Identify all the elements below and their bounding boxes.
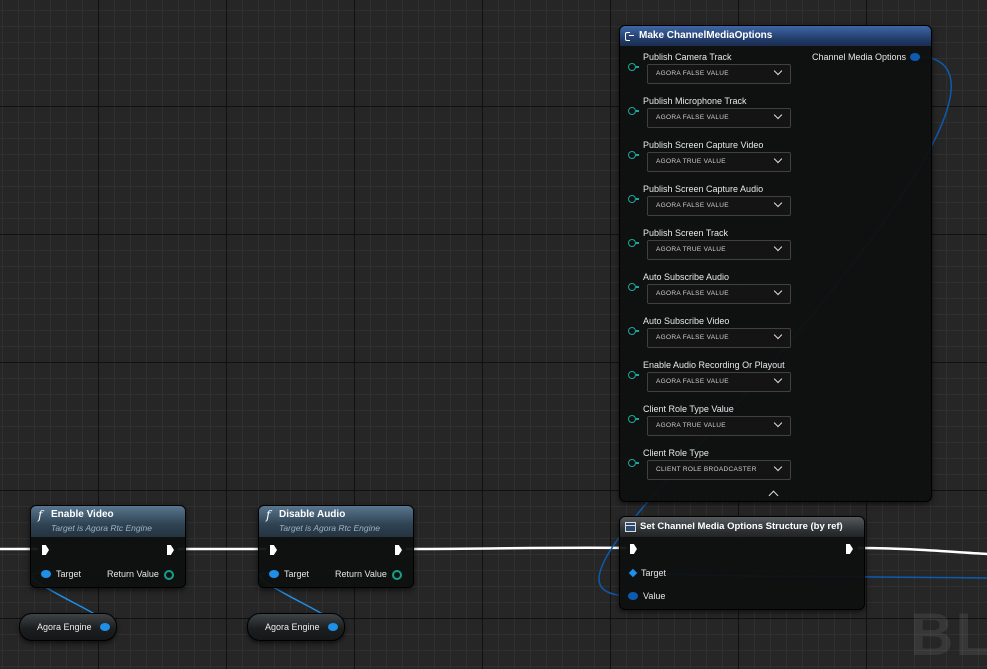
value-pin[interactable] <box>628 592 638 600</box>
chevron-down-icon <box>773 418 783 428</box>
agora-engine-out-pin[interactable] <box>328 623 338 631</box>
target-label: Target <box>284 569 310 579</box>
dropdown-value: AGORA TRUE VALUE <box>656 422 726 429</box>
field-dropdown[interactable]: AGORA FALSE VALUE <box>647 108 791 128</box>
disable-audio-title: Disable Audio <box>279 509 346 520</box>
enable-video-header[interactable]: f Enable Video Target is Agora Rtc Engin… <box>31 506 185 537</box>
chevron-down-icon <box>773 110 783 120</box>
function-icon: f <box>266 508 271 522</box>
field-pin[interactable] <box>628 283 639 291</box>
field-pin[interactable] <box>628 151 639 159</box>
field-label: Enable Audio Recording Or Playout <box>643 360 785 370</box>
field-pin[interactable] <box>628 371 639 379</box>
return-value-label: Return Value <box>335 569 387 579</box>
return-value-pin[interactable] <box>392 570 402 580</box>
make-node-title: Make ChannelMediaOptions <box>639 30 773 41</box>
exec-out-pin[interactable] <box>846 544 853 554</box>
field-label: Publish Screen Track <box>643 228 729 238</box>
disable-audio-header[interactable]: f Disable Audio Target is Agora Rtc Engi… <box>259 506 413 537</box>
dropdown-value: AGORA TRUE VALUE <box>656 246 726 253</box>
field-label: Publish Microphone Track <box>643 96 747 106</box>
struct-make-icon <box>625 31 634 41</box>
field-pin[interactable] <box>628 327 639 335</box>
field-label: Client Role Type Value <box>643 404 734 414</box>
disable-audio-subtitle: Target is Agora Rtc Engine <box>279 523 380 533</box>
value-label: Value <box>643 591 666 601</box>
field-dropdown[interactable]: AGORA FALSE VALUE <box>647 328 791 348</box>
enable-video-subtitle: Target is Agora Rtc Engine <box>51 523 152 533</box>
field-dropdown[interactable]: AGORA FALSE VALUE <box>647 64 791 84</box>
dropdown-value: AGORA FALSE VALUE <box>656 378 729 385</box>
agora-engine-variable[interactable]: Agora Engine <box>19 613 117 641</box>
channel-media-options-label: Channel Media Options <box>812 52 907 62</box>
field-label: Publish Screen Capture Video <box>643 140 764 150</box>
field-pin[interactable] <box>628 239 639 247</box>
dropdown-value: AGORA FALSE VALUE <box>656 334 729 341</box>
field-dropdown[interactable]: AGORA FALSE VALUE <box>647 284 791 304</box>
field-label: Client Role Type <box>643 448 709 458</box>
agora-engine-out-pin[interactable] <box>100 623 110 631</box>
exec-out-pin[interactable] <box>167 545 174 555</box>
dropdown-value: AGORA TRUE VALUE <box>656 158 726 165</box>
function-icon: f <box>38 508 43 522</box>
dropdown-value: AGORA FALSE VALUE <box>656 202 729 209</box>
disable-audio-node[interactable]: f Disable Audio Target is Agora Rtc Engi… <box>258 505 414 588</box>
chevron-down-icon <box>773 154 783 164</box>
field-dropdown[interactable]: CLIENT ROLE BROADCASTER <box>647 460 791 480</box>
chevron-down-icon <box>773 374 783 384</box>
field-dropdown[interactable]: AGORA TRUE VALUE <box>647 416 791 436</box>
return-value-pin[interactable] <box>164 570 174 580</box>
chevron-down-icon <box>773 242 783 252</box>
field-pin[interactable] <box>628 415 639 423</box>
make-channel-media-options-node[interactable]: Make ChannelMediaOptions Channel Media O… <box>619 25 932 502</box>
field-dropdown[interactable]: AGORA FALSE VALUE <box>647 196 791 216</box>
target-label: Target <box>641 568 667 578</box>
target-pin[interactable] <box>41 570 51 578</box>
target-label: Target <box>56 569 82 579</box>
dropdown-value: CLIENT ROLE BROADCASTER <box>656 466 757 473</box>
exec-out-pin[interactable] <box>395 545 402 555</box>
exec-in-pin[interactable] <box>630 544 637 554</box>
field-pin[interactable] <box>628 107 639 115</box>
field-dropdown[interactable]: AGORA FALSE VALUE <box>647 372 791 392</box>
agora-engine-label: Agora Engine <box>265 622 320 632</box>
exec-in-pin[interactable] <box>270 545 277 555</box>
field-dropdown[interactable]: AGORA TRUE VALUE <box>647 240 791 260</box>
field-dropdown[interactable]: AGORA TRUE VALUE <box>647 152 791 172</box>
make-node-header[interactable]: Make ChannelMediaOptions <box>620 26 931 46</box>
target-pin[interactable] <box>269 570 279 578</box>
agora-engine-label: Agora Engine <box>37 622 92 632</box>
enable-video-node[interactable]: f Enable Video Target is Agora Rtc Engin… <box>30 505 186 588</box>
chevron-up-icon[interactable] <box>768 490 779 501</box>
field-label: Auto Subscribe Video <box>643 316 730 326</box>
exec-wire-3[interactable] <box>405 546 627 551</box>
set-node-header[interactable]: Set Channel Media Options Structure (by … <box>620 517 864 537</box>
dropdown-value: AGORA FALSE VALUE <box>656 70 729 77</box>
channel-media-options-out-pin[interactable] <box>910 53 920 61</box>
target-pin[interactable] <box>628 568 638 578</box>
enable-video-title: Enable Video <box>51 509 114 520</box>
field-label: Auto Subscribe Audio <box>643 272 730 282</box>
chevron-down-icon <box>773 462 783 472</box>
set-node-title: Set Channel Media Options Structure (by … <box>640 521 843 532</box>
field-label: Publish Camera Track <box>643 52 732 62</box>
field-label: Publish Screen Capture Audio <box>643 184 764 194</box>
field-pin[interactable] <box>628 195 639 203</box>
return-value-label: Return Value <box>107 569 159 579</box>
set-members-icon <box>625 522 636 532</box>
chevron-down-icon <box>773 66 783 76</box>
agora-engine-variable[interactable]: Agora Engine <box>247 613 345 641</box>
dropdown-value: AGORA FALSE VALUE <box>656 114 729 121</box>
field-pin[interactable] <box>628 63 639 71</box>
chevron-down-icon <box>773 198 783 208</box>
dropdown-value: AGORA FALSE VALUE <box>656 290 729 297</box>
set-channel-media-options-node[interactable]: Set Channel Media Options Structure (by … <box>619 516 865 610</box>
exec-in-pin[interactable] <box>42 545 49 555</box>
exec-wire-4[interactable] <box>857 546 987 556</box>
field-pin[interactable] <box>628 459 639 467</box>
chevron-down-icon <box>773 330 783 340</box>
chevron-down-icon <box>773 286 783 296</box>
